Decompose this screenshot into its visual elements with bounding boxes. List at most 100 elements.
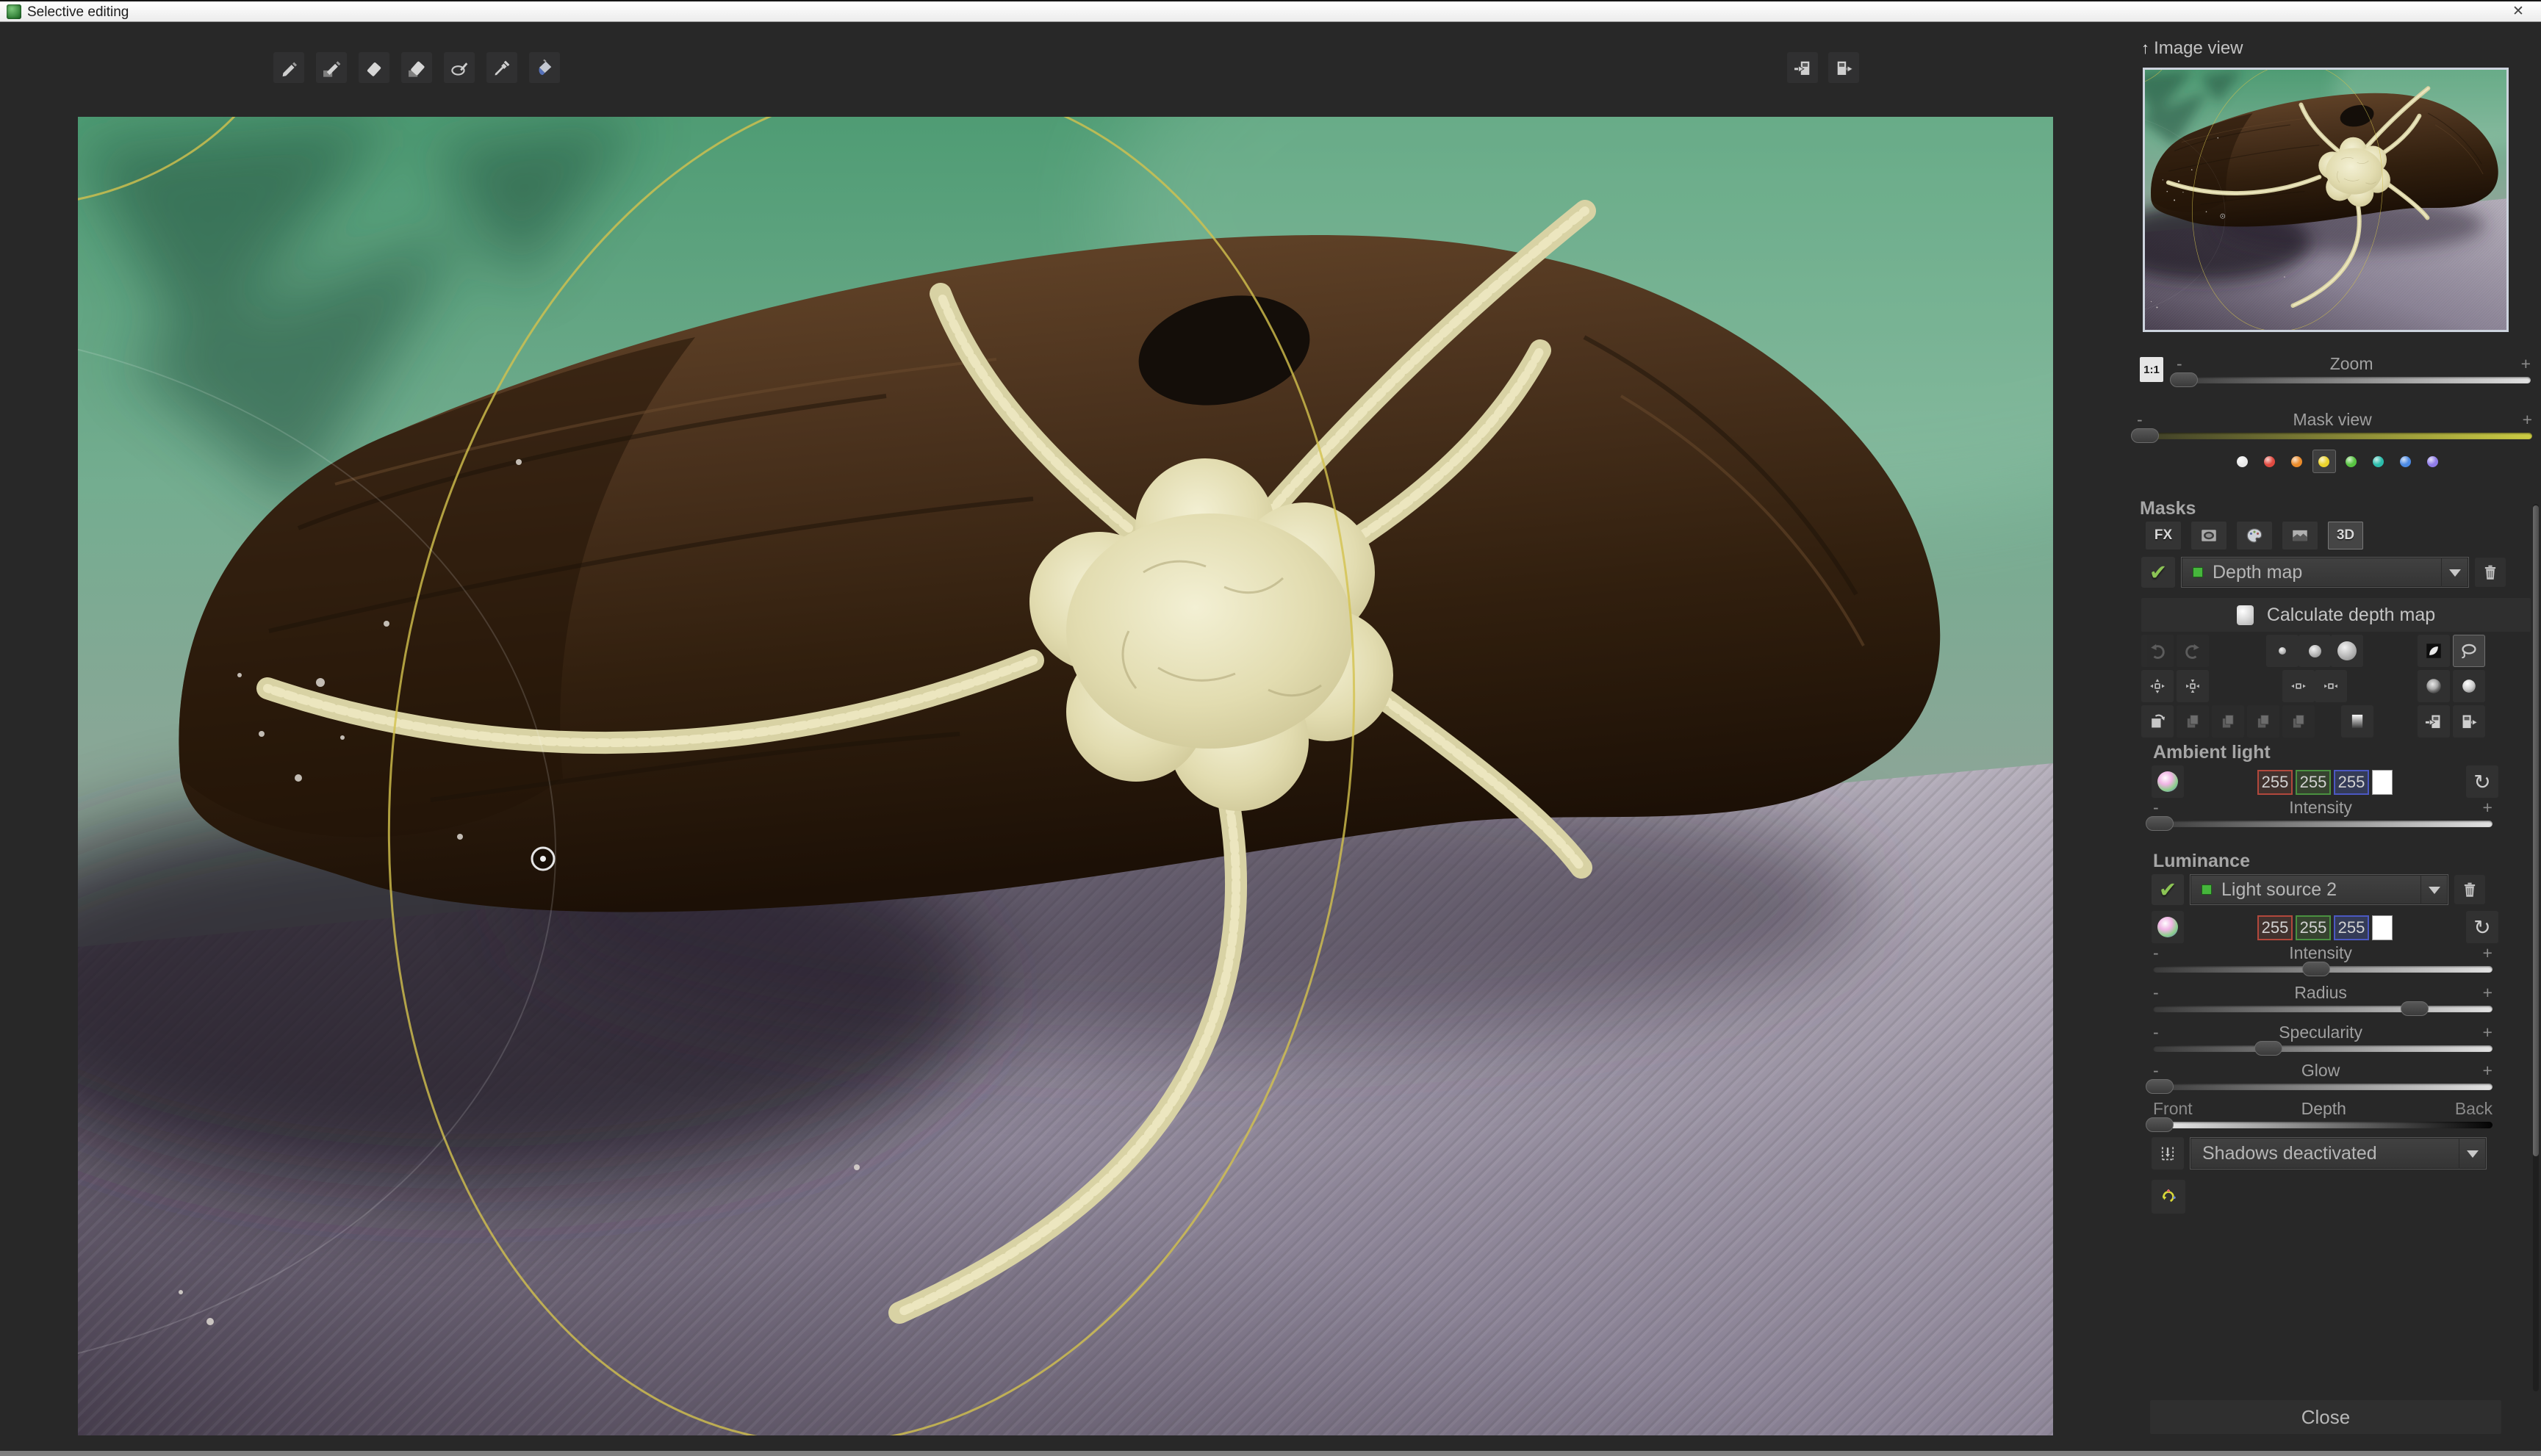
gradient-mask-button[interactable] xyxy=(2341,705,2373,738)
mask-color-swatch-5[interactable] xyxy=(2367,450,2390,473)
ambient-color-picker-button[interactable] xyxy=(2152,765,2184,798)
glow-handle[interactable] xyxy=(2146,1079,2174,1094)
zoom-plus-button[interactable]: + xyxy=(2521,354,2531,374)
rotate-gizmo-button[interactable] xyxy=(2152,1180,2185,1214)
specularity-minus-button[interactable]: - xyxy=(2153,1023,2159,1042)
ellipse-mask-tool-button[interactable] xyxy=(444,52,475,83)
new-mask-button[interactable] xyxy=(2141,705,2174,738)
ambient-red-field[interactable]: 255 xyxy=(2257,770,2293,795)
import-depth-map-button[interactable] xyxy=(2418,705,2450,738)
ambient-blue-field[interactable]: 255 xyxy=(2334,770,2369,795)
specularity-handle[interactable] xyxy=(2254,1041,2282,1056)
mask-color-swatch-3[interactable] xyxy=(2312,450,2336,473)
ambient-intensity-minus-button[interactable]: - xyxy=(2153,798,2159,818)
glow-plus-button[interactable]: + xyxy=(2483,1061,2493,1081)
ambient-intensity-plus-button[interactable]: + xyxy=(2483,798,2493,818)
invert-mask-button[interactable] xyxy=(2418,635,2450,667)
light-intensity-plus-button[interactable]: + xyxy=(2483,943,2493,963)
undo-button[interactable] xyxy=(2141,635,2174,667)
depth-track[interactable] xyxy=(2153,1122,2493,1128)
radius-track[interactable] xyxy=(2153,1006,2493,1012)
specularity-plus-button[interactable]: + xyxy=(2483,1023,2493,1042)
chevron-down-icon[interactable] xyxy=(2441,558,2468,587)
copy-mask-button-2[interactable] xyxy=(2212,705,2244,738)
light-source-dropdown[interactable]: Light source 2 xyxy=(2190,874,2448,905)
ambient-green-field[interactable]: 255 xyxy=(2296,770,2331,795)
light-source-enabled-checkbox[interactable] xyxy=(2152,874,2184,905)
zoom-slider-handle[interactable] xyxy=(2170,372,2198,387)
brush-size-medium-button[interactable] xyxy=(2299,635,2331,667)
depth-map-layer-dropdown[interactable]: Depth map xyxy=(2181,557,2469,588)
tab-landscape[interactable] xyxy=(2282,522,2318,549)
tab-palette[interactable] xyxy=(2237,522,2272,549)
mask-color-swatch-7[interactable] xyxy=(2421,450,2445,473)
window-close-icon[interactable]: ✕ xyxy=(2507,3,2529,20)
light-green-field[interactable]: 255 xyxy=(2296,915,2331,940)
lasso-mode-button[interactable] xyxy=(2453,635,2485,667)
fill-mask-tool-button[interactable] xyxy=(529,52,560,83)
draw-mask-region-tool-button[interactable] xyxy=(316,52,347,83)
erase-mask-tool-button[interactable] xyxy=(359,52,389,83)
depth-map-enabled-checkbox[interactable] xyxy=(2141,557,2175,588)
hard-edge-button[interactable] xyxy=(2453,670,2485,702)
light-blue-field[interactable]: 255 xyxy=(2334,915,2369,940)
mask-view-slider-track[interactable] xyxy=(2137,433,2532,439)
editing-canvas[interactable] xyxy=(78,117,2053,1435)
ambient-reset-button[interactable] xyxy=(2466,765,2498,798)
zoom-minus-button[interactable]: - xyxy=(2177,354,2182,374)
radius-minus-button[interactable]: - xyxy=(2153,983,2159,1003)
specularity-track[interactable] xyxy=(2153,1045,2493,1052)
contract-mask-button[interactable] xyxy=(2177,670,2209,702)
mask-color-swatch-0[interactable] xyxy=(2231,450,2254,473)
mask-color-swatch-6[interactable] xyxy=(2394,450,2418,473)
light-color-picker-button[interactable] xyxy=(2152,911,2184,943)
zoom-slider-track[interactable] xyxy=(2177,377,2531,383)
light-intensity-handle[interactable] xyxy=(2302,962,2330,976)
copy-mask-button-1[interactable] xyxy=(2177,705,2209,738)
image-view-thumbnail[interactable] xyxy=(2143,68,2509,332)
mask-color-swatch-2[interactable] xyxy=(2285,450,2309,473)
glow-track[interactable] xyxy=(2153,1084,2493,1090)
depth-handle[interactable] xyxy=(2146,1117,2174,1132)
export-mask-button[interactable] xyxy=(1828,52,1859,83)
light-color-swatch[interactable] xyxy=(2372,915,2393,940)
brush-size-small-button[interactable] xyxy=(2266,635,2299,667)
ambient-color-swatch[interactable] xyxy=(2372,770,2393,795)
tab-fx[interactable]: FX xyxy=(2146,522,2181,549)
mask-color-swatch-1[interactable] xyxy=(2258,450,2282,473)
draw-mask-tool-button[interactable] xyxy=(273,52,304,83)
ambient-intensity-handle[interactable] xyxy=(2146,816,2174,831)
close-button[interactable]: Close xyxy=(2150,1400,2501,1434)
chevron-down-icon[interactable] xyxy=(2459,1138,2486,1169)
calculate-depth-map-button[interactable]: Calculate depth map xyxy=(2141,598,2531,632)
mask-view-plus-button[interactable]: + xyxy=(2523,410,2532,430)
zoom-one-to-one-button[interactable]: 1:1 xyxy=(2140,357,2163,382)
panel-scrollbar-thumb[interactable] xyxy=(2533,505,2539,1156)
brush-size-large-button[interactable] xyxy=(2331,635,2363,667)
tab-3d[interactable]: 3D xyxy=(2328,522,2363,549)
delete-light-source-button[interactable] xyxy=(2454,875,2485,904)
chevron-down-icon[interactable] xyxy=(2420,875,2448,904)
redo-button[interactable] xyxy=(2177,635,2209,667)
light-reset-button[interactable] xyxy=(2466,911,2498,943)
light-intensity-track[interactable] xyxy=(2153,966,2493,973)
soft-edge-button[interactable] xyxy=(2418,670,2450,702)
copy-mask-button-3[interactable] xyxy=(2247,705,2279,738)
import-mask-button[interactable] xyxy=(1787,52,1818,83)
copy-mask-button-4[interactable] xyxy=(2282,705,2315,738)
mask-view-minus-button[interactable]: - xyxy=(2137,410,2143,430)
tab-vignette[interactable] xyxy=(2191,522,2226,549)
grow-selection-button[interactable] xyxy=(2282,670,2315,702)
radius-plus-button[interactable]: + xyxy=(2483,983,2493,1003)
delete-depth-map-button[interactable] xyxy=(2475,558,2506,587)
expand-mask-button[interactable] xyxy=(2141,670,2174,702)
radius-handle[interactable] xyxy=(2401,1001,2429,1016)
light-red-field[interactable]: 255 xyxy=(2257,915,2293,940)
mask-view-slider-handle[interactable] xyxy=(2131,428,2159,443)
shadow-mode-button[interactable] xyxy=(2152,1137,2184,1170)
light-intensity-minus-button[interactable]: - xyxy=(2153,943,2159,963)
mask-color-swatch-4[interactable] xyxy=(2340,450,2363,473)
panel-scrollbar[interactable] xyxy=(2533,504,2539,1391)
shadows-dropdown[interactable]: Shadows deactivated xyxy=(2190,1137,2487,1170)
shrink-selection-button[interactable] xyxy=(2315,670,2347,702)
